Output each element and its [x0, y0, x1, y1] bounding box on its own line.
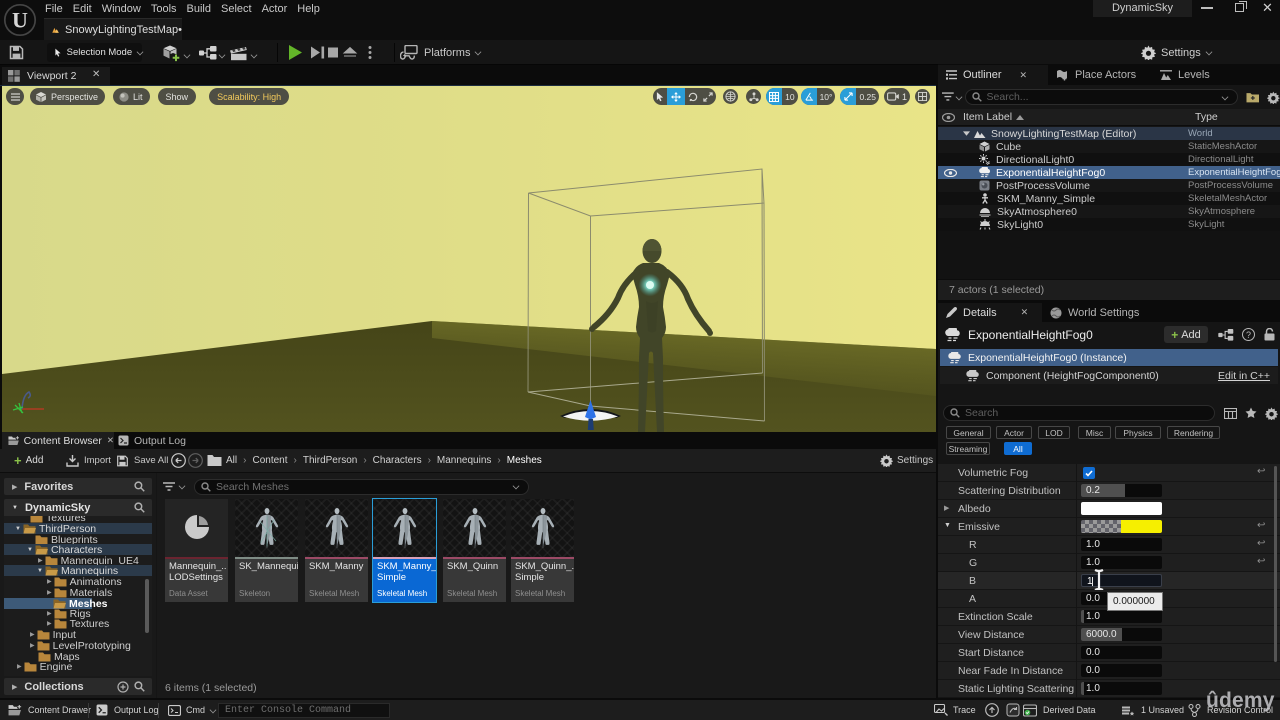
svg-text:U: U	[12, 8, 28, 33]
